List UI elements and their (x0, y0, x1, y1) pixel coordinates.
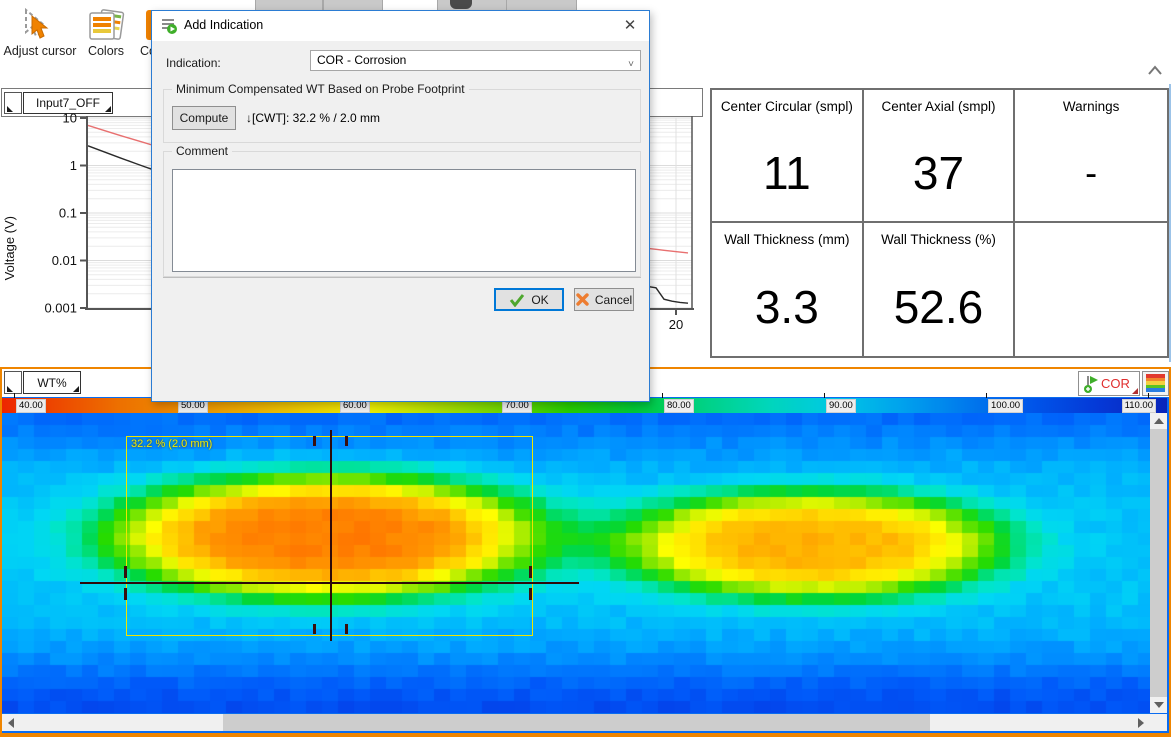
indication-selected-value: COR - Corrosion (317, 53, 406, 67)
vertical-scrollbar[interactable] (1150, 413, 1167, 713)
result-value: 3.3 (712, 257, 862, 356)
compute-button[interactable]: Compute (172, 106, 236, 130)
hidden-ribbon-icon (450, 0, 472, 9)
result-cell-warnings: Warnings - (1015, 90, 1167, 223)
dropdown-corner-triangle-icon (73, 386, 79, 392)
indication-label: Indication: (166, 56, 221, 70)
dialog-close-button[interactable]: ✕ (617, 14, 643, 38)
indication-cor-label: COR (1101, 376, 1130, 391)
scroll-right-arrow-icon[interactable] (1138, 718, 1144, 728)
dialog-separator (163, 277, 641, 278)
svg-text:20: 20 (669, 317, 683, 332)
close-icon: ✕ (624, 17, 637, 34)
result-cell-wt-percent: Wall Thickness (%) 52.6 (864, 223, 1016, 356)
comment-groupbox-title: Comment (172, 144, 232, 158)
svg-text:10: 10 (63, 111, 77, 126)
result-label: Center Circular (smpl) (712, 99, 862, 114)
colorbar-tick-label: 110.00 (1122, 399, 1156, 413)
ok-button[interactable]: OK (494, 288, 564, 311)
colorbar-tick (662, 393, 663, 398)
svg-text:Voltage (V): Voltage (V) (2, 216, 17, 280)
tab-wt-percent[interactable]: WT% (23, 371, 81, 394)
map-tab-list-button[interactable] (4, 371, 22, 394)
compute-button-label: Compute (180, 111, 229, 125)
palette-stripe (1146, 388, 1165, 392)
comment-groupbox: Comment (163, 151, 641, 277)
cancel-button-label: Cancel (595, 293, 632, 307)
dialog-titlebar[interactable]: Add Indication ✕ (152, 11, 649, 41)
horizontal-scrollbar[interactable] (2, 714, 1150, 731)
x-icon (576, 293, 589, 306)
vertical-scrollbar-thumb[interactable] (1150, 429, 1167, 697)
svg-text:0.001: 0.001 (44, 301, 77, 316)
check-icon (509, 293, 525, 307)
colorbar-tick (986, 393, 987, 398)
result-cell-center-axial: Center Axial (smpl) 37 (864, 90, 1016, 223)
comment-textarea[interactable] (172, 169, 636, 272)
colorbar-tick (1148, 393, 1149, 398)
colorbar-tick-label: 90.00 (826, 399, 856, 413)
ok-button-label: OK (531, 293, 548, 307)
result-label: Center Axial (smpl) (864, 99, 1014, 114)
result-value: 37 (864, 124, 1014, 221)
result-cell-wt-mm: Wall Thickness (mm) 3.3 (712, 223, 864, 356)
adjust-cursor-label: Adjust cursor (2, 44, 78, 58)
cancel-button[interactable]: Cancel (574, 288, 634, 311)
colorbar-tick-label: 100.00 (988, 399, 1023, 413)
cwt-result-text: ↓[CWT]: 32.2 % / 2.0 mm (246, 111, 380, 125)
result-cell-center-circular: Center Circular (smpl) 11 (712, 90, 864, 223)
tab-wt-percent-label: WT% (24, 376, 80, 390)
colorbar-tick (14, 393, 15, 398)
scroll-down-arrow-icon[interactable] (1154, 702, 1164, 708)
add-indication-dialog: Add Indication ✕ Indication: COR - Corro… (151, 10, 650, 402)
adjust-cursor-icon (18, 8, 62, 42)
dropdown-corner-triangle-icon (7, 386, 13, 392)
horizontal-scrollbar-thumb[interactable] (223, 714, 930, 731)
result-cell-empty (1015, 223, 1167, 356)
indication-cor-button[interactable]: COR (1078, 371, 1140, 396)
scrollbar-corner (1150, 714, 1167, 731)
wt-heatmap-canvas[interactable] (2, 413, 1150, 713)
collapse-ribbon-button[interactable] (1145, 62, 1165, 80)
indication-flag-icon (1082, 374, 1102, 394)
scroll-up-arrow-icon[interactable] (1154, 418, 1164, 424)
chevron-down-icon: ˅ (628, 55, 634, 74)
colors-icon (86, 8, 126, 42)
scroll-left-arrow-icon[interactable] (8, 718, 14, 728)
colors-button[interactable]: Colors (78, 8, 134, 64)
palette-button[interactable] (1142, 371, 1169, 396)
add-indication-icon (161, 17, 179, 35)
chevron-up-icon (1145, 62, 1165, 80)
footprint-groupbox: Minimum Compensated WT Based on Probe Fo… (163, 89, 641, 143)
svg-text:1: 1 (70, 158, 77, 173)
result-value: 11 (712, 124, 862, 221)
result-value: 52.6 (864, 257, 1014, 356)
adjust-cursor-button[interactable]: Adjust cursor (2, 8, 78, 64)
colors-label: Colors (78, 44, 134, 58)
indication-select[interactable]: COR - Corrosion ˅ (310, 50, 641, 71)
footprint-groupbox-title: Minimum Compensated WT Based on Probe Fo… (172, 82, 469, 96)
dropdown-corner-triangle-icon (1132, 388, 1138, 394)
colorbar-tick-label: 40.00 (16, 399, 46, 413)
result-label: Wall Thickness (%) (864, 232, 1014, 247)
colorbar-tick-label: 80.00 (664, 399, 694, 413)
dialog-title: Add Indication (184, 18, 263, 32)
result-label: Warnings (1015, 99, 1167, 114)
wt-map-panel: WT% COR 40.0050.0060.0070.0080.0090.0010… (0, 367, 1171, 737)
result-label: Wall Thickness (mm) (712, 232, 862, 247)
result-value: - (1015, 124, 1167, 221)
colorbar-tick (824, 393, 825, 398)
svg-text:0.1: 0.1 (59, 206, 77, 221)
results-panel: Center Circular (smpl) 11 Center Axial (… (710, 88, 1169, 358)
svg-text:0.01: 0.01 (52, 253, 77, 268)
